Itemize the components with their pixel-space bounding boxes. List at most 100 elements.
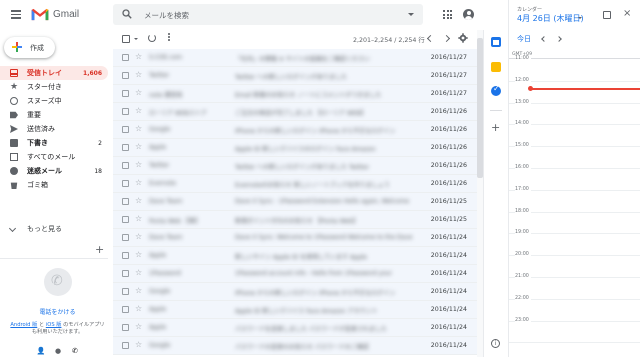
select-all-checkbox[interactable] bbox=[122, 35, 130, 43]
more-options-icon[interactable] bbox=[168, 33, 171, 41]
sidebar-item-trash[interactable]: ゴミ箱 bbox=[0, 178, 108, 192]
sidebar-item-drafts[interactable]: 下書き 2 bbox=[0, 136, 108, 150]
sidebar-item-important[interactable]: 重要 bbox=[0, 108, 108, 122]
email-row[interactable]: ☆ Apple Apple ID 新しいデバイス Face Amazon アカウント… bbox=[113, 301, 477, 319]
email-row[interactable]: ☆ Apple 新しいサイン Apple ID を使用しています Apple 2016… bbox=[113, 247, 477, 265]
row-checkbox[interactable] bbox=[122, 144, 129, 151]
sidebar-item-snoozed[interactable]: スヌーズ中 bbox=[0, 94, 108, 108]
email-row[interactable]: ☆ Twitter Twitter への新しいログインがありました 2016/11/2… bbox=[113, 67, 477, 85]
row-checkbox[interactable] bbox=[122, 72, 129, 79]
email-row[interactable]: ☆ Evernote Evernoteのお知らせ 新しいノートブックを作りましょう 2… bbox=[113, 175, 477, 193]
compose-button[interactable]: 作成 bbox=[4, 37, 55, 58]
calendar-icon[interactable] bbox=[491, 37, 501, 47]
sidebar-item-inbox[interactable]: 受信トレイ 1,606 bbox=[0, 66, 108, 80]
star-icon[interactable]: ☆ bbox=[135, 214, 142, 224]
row-checkbox[interactable] bbox=[122, 252, 129, 259]
prev-page-icon[interactable] bbox=[426, 34, 435, 43]
email-row[interactable]: ☆ note 運営局 Email 新着のお知らせ ノートにコメントがつきました 201… bbox=[113, 85, 477, 103]
sidebar-item-all-mail[interactable]: すべてのメール bbox=[0, 150, 108, 164]
gear-icon[interactable] bbox=[458, 33, 468, 43]
row-checkbox[interactable] bbox=[122, 288, 129, 295]
row-checkbox[interactable] bbox=[122, 180, 129, 187]
next-day-icon[interactable] bbox=[556, 36, 562, 42]
row-checkbox[interactable] bbox=[122, 126, 129, 133]
sidebar-item-sent[interactable]: 送信済み bbox=[0, 122, 108, 136]
star-icon[interactable]: ☆ bbox=[135, 268, 142, 278]
close-icon[interactable]: × bbox=[623, 8, 631, 19]
star-icon[interactable]: ☆ bbox=[135, 88, 142, 98]
refresh-icon[interactable] bbox=[148, 34, 156, 42]
more-button[interactable]: もっと見る bbox=[8, 224, 62, 234]
next-page-icon[interactable] bbox=[442, 34, 451, 43]
search-bar[interactable]: メールを検索 bbox=[113, 4, 423, 25]
email-row[interactable]: ☆ Dave Team Dave X Sync: Welcome to 1Passw… bbox=[113, 229, 477, 247]
star-icon[interactable]: ☆ bbox=[135, 304, 142, 314]
email-row[interactable]: ☆ Dave Team Dave X Sync - 1Password Extens… bbox=[113, 193, 477, 211]
email-row[interactable]: ☆ Apple Apple ID 新しいデバイスのログイン Face Amazon 2… bbox=[113, 139, 477, 157]
email-row[interactable]: ☆ Twitter Twitter への新しいログインがありました Twitter 2… bbox=[113, 157, 477, 175]
tasks-icon[interactable] bbox=[491, 84, 501, 96]
email-date: 2016/11/26 bbox=[430, 144, 467, 151]
android-app-link[interactable]: Android 版 bbox=[10, 322, 37, 328]
make-call-link[interactable]: 電話をかける bbox=[0, 307, 115, 316]
row-checkbox[interactable] bbox=[122, 108, 129, 115]
row-checkbox[interactable] bbox=[122, 234, 129, 241]
row-checkbox[interactable] bbox=[122, 54, 129, 61]
row-checkbox[interactable] bbox=[122, 342, 129, 349]
email-row[interactable]: ☆ Google iPhone からの新しいログイン iPhone から不正なログイ… bbox=[113, 283, 477, 301]
star-icon[interactable]: ☆ bbox=[135, 232, 142, 242]
email-row[interactable]: ☆ Google パスワードの変更のお知らせ パスワードのご確認 2016/11/24 bbox=[113, 337, 477, 355]
row-checkbox[interactable] bbox=[122, 270, 129, 277]
email-row[interactable]: ☆ ローリア WEBストア ご注文の発送が完了しました 【ローリア WEB】 2016… bbox=[113, 103, 477, 121]
star-icon[interactable]: ☆ bbox=[135, 322, 142, 332]
row-checkbox[interactable] bbox=[122, 90, 129, 97]
email-sender: Google bbox=[149, 288, 171, 295]
star-icon[interactable]: ☆ bbox=[135, 178, 142, 188]
keep-icon[interactable] bbox=[491, 62, 501, 72]
apps-grid-icon[interactable] bbox=[443, 10, 452, 19]
star-icon[interactable]: ☆ bbox=[135, 52, 142, 62]
email-row[interactable]: ☆ Google iPhone からの新しいログイン iPhone から不正なログイ… bbox=[113, 121, 477, 139]
hour-slot[interactable]: 23:00 bbox=[509, 317, 640, 344]
row-checkbox[interactable] bbox=[122, 216, 129, 223]
star-icon[interactable]: ☆ bbox=[135, 250, 142, 260]
open-in-new-tab-icon[interactable] bbox=[603, 11, 611, 19]
email-row[interactable]: ☆ Ponta Web 【事】 新規ポイント付与のお知らせ 【Ponta Web】 2… bbox=[113, 211, 477, 229]
star-icon[interactable]: ☆ bbox=[135, 340, 142, 350]
row-checkbox[interactable] bbox=[122, 306, 129, 313]
star-icon[interactable]: ☆ bbox=[135, 286, 142, 296]
star-icon[interactable]: ☆ bbox=[135, 70, 142, 80]
row-checkbox[interactable] bbox=[122, 198, 129, 205]
email-row[interactable]: ☆ S.COE.com 「社内」の情報 ※ サイトの投稿をご確認ください 2016/1… bbox=[113, 49, 477, 67]
contacts-icon[interactable]: 👤 bbox=[36, 346, 46, 356]
calendar-date-selector[interactable]: 4月 26日 (木曜日) bbox=[517, 13, 584, 24]
email-row[interactable]: ☆ Apple パスワードを変更しました パスワードが変更されました 2016/11/… bbox=[113, 319, 477, 337]
prev-day-icon[interactable] bbox=[541, 36, 547, 42]
new-conversation-plus-icon[interactable]: + bbox=[95, 243, 104, 256]
ios-app-link[interactable]: iOS 版 bbox=[46, 322, 62, 328]
info-icon[interactable]: i bbox=[491, 339, 500, 348]
today-button[interactable]: 今日 bbox=[517, 34, 531, 44]
search-options-chevron-icon[interactable] bbox=[408, 13, 414, 16]
sidebar-item-starred[interactable]: ★ スター付き bbox=[0, 80, 108, 94]
gmail-logo-icon[interactable] bbox=[30, 8, 50, 21]
star-icon[interactable]: ☆ bbox=[135, 160, 142, 170]
add-addon-icon[interactable]: + bbox=[491, 122, 500, 133]
sidebar-item-spam[interactable]: 迷惑メール 18 bbox=[0, 164, 108, 178]
star-icon[interactable]: ☆ bbox=[135, 124, 142, 134]
phone-call-icon[interactable]: ✆ bbox=[70, 346, 80, 356]
sidebar-item-label: 受信トレイ bbox=[27, 69, 62, 77]
select-options-chevron-icon[interactable] bbox=[134, 38, 138, 40]
star-icon[interactable]: ☆ bbox=[135, 142, 142, 152]
search-icon[interactable] bbox=[122, 9, 132, 19]
hangouts-icon[interactable]: ● bbox=[53, 346, 63, 356]
row-checkbox[interactable] bbox=[122, 162, 129, 169]
chevron-down-icon[interactable] bbox=[578, 17, 582, 19]
star-icon[interactable]: ☆ bbox=[135, 196, 142, 206]
email-row[interactable]: ☆ 1Password 1Password account info - Hello… bbox=[113, 265, 477, 283]
row-checkbox[interactable] bbox=[122, 324, 129, 331]
account-avatar-icon[interactable] bbox=[463, 9, 474, 20]
search-input[interactable]: メールを検索 bbox=[144, 10, 189, 21]
hamburger-menu-icon[interactable] bbox=[11, 10, 21, 19]
star-icon[interactable]: ☆ bbox=[135, 106, 142, 116]
